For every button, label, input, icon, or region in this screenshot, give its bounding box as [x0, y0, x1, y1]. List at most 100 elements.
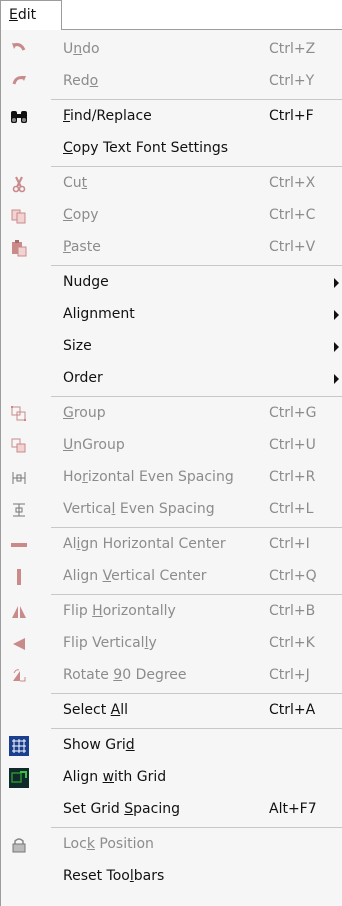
menu-item-shortcut: Ctrl+Q [269, 568, 317, 584]
menu-item-align-horizontal-center[interactable]: Align Horizontal Center Ctrl+I [1, 529, 342, 561]
menu-separator [51, 265, 342, 266]
menu-item-flip-vertically[interactable]: Flip Vertically Ctrl+K [1, 628, 342, 660]
menu-item-label: Alignment [63, 306, 135, 322]
menu-item-align-vertical-center[interactable]: Align Vertical Center Ctrl+Q [1, 561, 342, 593]
application-window: Edit Undo Ctrl+Z Redo Ctrl+Y Find/Replace Ctr… [0, 0, 342, 906]
menu-item-shortcut: Ctrl+K [269, 635, 315, 651]
align-grid-icon [9, 768, 29, 788]
menu-item-order[interactable]: Order [1, 363, 342, 395]
menu-item-label: Align with Grid [63, 769, 167, 785]
edit-dropdown-menu: Undo Ctrl+Z Redo Ctrl+Y Find/Replace Ctrl+F Co… [0, 30, 342, 906]
edit-menu-label: Edit [9, 7, 36, 23]
menu-item-label: Align Horizontal Center [63, 536, 226, 552]
redo-icon [9, 72, 29, 92]
menu-item-shortcut: Ctrl+Y [269, 73, 315, 89]
menu-separator [51, 827, 342, 828]
binoculars-icon [9, 107, 29, 127]
ungroup-icon [9, 436, 29, 456]
menu-item-shortcut: Ctrl+F [269, 108, 314, 124]
menu-item-label: Find/Replace [63, 108, 152, 124]
menu-item-nudge[interactable]: Nudge [1, 267, 342, 299]
menu-item-label: Redo [63, 73, 99, 89]
menu-item-label: Lock Position [63, 836, 154, 852]
menu-item-shortcut: Ctrl+R [269, 469, 316, 485]
menu-item-shortcut: Ctrl+C [269, 207, 316, 223]
menu-separator [51, 693, 342, 694]
menu-item-shortcut: Ctrl+L [269, 501, 314, 517]
menu-item-redo[interactable]: Redo Ctrl+Y [1, 66, 342, 98]
submenu-arrow-icon [334, 310, 339, 320]
menu-item-lock-position[interactable]: Lock Position [1, 829, 342, 861]
scissors-icon [9, 174, 29, 194]
align-vertical-center-icon [9, 567, 29, 587]
menu-item-copy-text-font-settings[interactable]: Copy Text Font Settings [1, 133, 342, 165]
edit-menu-mnemonic: E [9, 7, 18, 23]
menu-item-group[interactable]: Group Ctrl+G [1, 398, 342, 430]
menu-item-horizontal-even-spacing[interactable]: Horizontal Even Spacing Ctrl+R [1, 462, 342, 494]
menu-item-rotate-90-degree[interactable]: Rotate 90 Degree Ctrl+J [1, 660, 342, 692]
menu-item-shortcut: Ctrl+Z [269, 41, 316, 57]
menu-item-alignment[interactable]: Alignment [1, 299, 342, 331]
menu-item-reset-toolbars[interactable]: Reset Toolbars [1, 861, 342, 893]
menu-item-shortcut: Ctrl+B [269, 603, 316, 619]
menu-item-label: Undo [63, 41, 100, 57]
menu-item-label: Select All [63, 702, 128, 718]
menu-item-label: Flip Vertically [63, 635, 157, 651]
menu-item-shortcut: Ctrl+I [269, 536, 310, 552]
menu-item-shortcut: Ctrl+J [269, 667, 310, 683]
menu-separator [51, 166, 342, 167]
edit-menu-label-rest: dit [17, 7, 37, 23]
grid-icon [9, 736, 29, 756]
menu-item-show-grid[interactable]: Show Grid [1, 730, 342, 762]
menu-item-label: UnGroup [63, 437, 125, 453]
menu-item-find-replace[interactable]: Find/Replace Ctrl+F [1, 101, 342, 133]
menu-item-label: Cut [63, 175, 88, 191]
menu-separator [51, 527, 342, 528]
submenu-arrow-icon [334, 342, 339, 352]
menu-item-set-grid-spacing[interactable]: Set Grid Spacing Alt+F7 [1, 794, 342, 826]
menu-item-label: Flip Horizontally [63, 603, 176, 619]
menu-item-align-with-grid[interactable]: Align with Grid [1, 762, 342, 794]
lock-icon [9, 835, 29, 855]
menu-item-paste[interactable]: Paste Ctrl+V [1, 232, 342, 264]
vertical-spacing-icon [9, 500, 29, 520]
rotate-icon [9, 666, 29, 686]
undo-icon [9, 40, 29, 60]
menu-separator [51, 99, 342, 100]
menu-item-select-all[interactable]: Select All Ctrl+A [1, 695, 342, 727]
menu-item-label: Align Vertical Center [63, 568, 207, 584]
menu-item-flip-horizontally[interactable]: Flip Horizontally Ctrl+B [1, 596, 342, 628]
submenu-arrow-icon [334, 278, 339, 288]
menu-item-label: Vertical Even Spacing [63, 501, 215, 517]
horizontal-spacing-icon [9, 468, 29, 488]
menu-item-shortcut: Ctrl+X [269, 175, 316, 191]
menu-item-label: Show Grid [63, 737, 135, 753]
menu-item-label: Rotate 90 Degree [63, 667, 187, 683]
edit-menu[interactable]: Edit [0, 0, 62, 30]
menu-separator [51, 396, 342, 397]
flip-vertical-icon [9, 634, 29, 654]
menu-item-label: Copy [63, 207, 99, 223]
menu-item-cut[interactable]: Cut Ctrl+X [1, 168, 342, 200]
menu-separator [51, 594, 342, 595]
menu-item-undo[interactable]: Undo Ctrl+Z [1, 34, 342, 66]
menu-item-shortcut: Alt+F7 [269, 801, 317, 817]
menu-item-size[interactable]: Size [1, 331, 342, 363]
paste-icon [9, 238, 29, 258]
align-horizontal-center-icon [9, 535, 29, 555]
menu-item-label: Horizontal Even Spacing [63, 469, 234, 485]
menu-item-label: Paste [63, 239, 101, 255]
group-icon [9, 404, 29, 424]
menu-item-shortcut: Ctrl+G [269, 405, 317, 421]
menu-item-label: Order [63, 370, 103, 386]
menu-item-label: Set Grid Spacing [63, 801, 180, 817]
flip-horizontal-icon [9, 602, 29, 622]
menu-item-label: Copy Text Font Settings [63, 140, 229, 156]
menu-item-shortcut: Ctrl+V [269, 239, 316, 255]
menu-separator [51, 728, 342, 729]
menu-item-ungroup[interactable]: UnGroup Ctrl+U [1, 430, 342, 462]
menu-item-shortcut: Ctrl+U [269, 437, 316, 453]
menu-item-shortcut: Ctrl+A [269, 702, 316, 718]
menu-item-vertical-even-spacing[interactable]: Vertical Even Spacing Ctrl+L [1, 494, 342, 526]
menu-item-copy[interactable]: Copy Ctrl+C [1, 200, 342, 232]
